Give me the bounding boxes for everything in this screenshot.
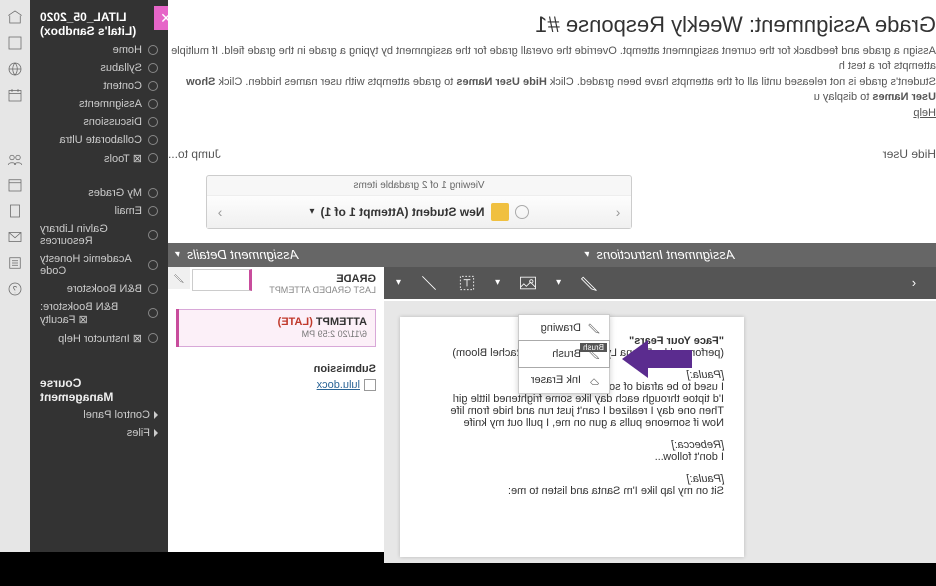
avatar-icon <box>491 203 509 221</box>
jump-to-link[interactable]: Jump to... <box>168 147 221 161</box>
nav-next-button[interactable]: › <box>207 204 233 220</box>
groups-icon[interactable] <box>6 150 24 168</box>
student-nav: Viewing 1 of 2 gradable items ‹ New Stud… <box>206 175 632 229</box>
files-item[interactable]: Files <box>30 424 168 442</box>
help-link[interactable]: Help <box>913 107 936 119</box>
control-panel-item[interactable]: Control Panel <box>30 406 168 424</box>
course-title[interactable]: 2020_05_LITAL (Lital's Sandbox) <box>30 6 168 41</box>
schedule-icon[interactable] <box>6 176 24 194</box>
callout-arrow <box>622 340 692 378</box>
institution-icon[interactable] <box>6 8 24 26</box>
annotation-toolbar: ‹ ▾ ▾ ▾ <box>384 267 936 299</box>
student-selector[interactable]: New Student (Attempt 1 of 1) ▾ <box>233 203 605 221</box>
dropdown-brush[interactable]: Brush Brush <box>518 340 610 368</box>
sidebar-item[interactable]: Collaborate Ultra <box>30 131 168 149</box>
edit-grade-icon[interactable] <box>168 267 190 289</box>
help-icon[interactable] <box>6 280 24 298</box>
attempt-box[interactable]: ATTEMPT (LATE) 6/11/20 2:59 PM <box>176 309 376 347</box>
sidebar-item[interactable]: Home <box>30 41 168 59</box>
sidebar-item[interactable]: Syllabus <box>30 59 168 77</box>
sidebar-item[interactable]: B&N Bookstore: Faculty ⊠ <box>30 298 168 329</box>
sidebar-item[interactable]: B&N Bookstore <box>30 280 168 298</box>
text-tool[interactable] <box>457 273 477 293</box>
courses-icon[interactable] <box>6 34 24 52</box>
submission-file-link[interactable]: lulu.docx <box>317 379 360 391</box>
sidebar-item[interactable]: My Grades <box>30 184 168 202</box>
line-tool[interactable] <box>419 273 439 293</box>
sidebar-item[interactable]: Email <box>30 202 168 220</box>
globe-icon[interactable] <box>6 60 24 78</box>
mail-icon[interactable] <box>6 228 24 246</box>
sidebar-item[interactable]: Instructor Help ⊠ <box>30 329 168 348</box>
calendar-icon[interactable] <box>6 86 24 104</box>
sidebar-item[interactable]: Content <box>30 77 168 95</box>
toolbar-back-button[interactable]: ‹ <box>904 273 924 293</box>
pen-tool[interactable] <box>579 273 599 293</box>
nav-prev-button[interactable]: ‹ <box>605 204 631 220</box>
sidebar-item[interactable]: Galvin Library Resources <box>30 220 168 250</box>
nav-count-label: Viewing 1 of 2 gradable items <box>207 176 631 196</box>
submission-label: Submission <box>176 363 376 375</box>
pen-tool-dropdown: Drawing Brush Brush Ink Eraser <box>518 314 610 394</box>
sidebar-item[interactable]: Assignments <box>30 95 168 113</box>
dropdown-eraser[interactable]: Ink Eraser <box>519 367 609 393</box>
list-icon[interactable] <box>6 254 24 272</box>
image-tool[interactable] <box>518 273 538 293</box>
close-sidebar-button[interactable]: ✕ <box>154 6 168 30</box>
status-circle-icon <box>515 205 529 219</box>
file-icon <box>364 379 376 391</box>
sidebar-item[interactable]: Discussions <box>30 113 168 131</box>
section-instructions[interactable]: Assignment Instructions▾ <box>384 243 936 267</box>
course-sidebar: ✕ 2020_05_LITAL (Lital's Sandbox) HomeSy… <box>30 0 168 552</box>
sidebar-item[interactable]: Tools ⊠ <box>30 149 168 168</box>
hide-user-link[interactable]: Hide User <box>883 147 936 161</box>
course-mgmt-header: Course Management <box>30 368 168 406</box>
page-title: Grade Assignment: Weekly Response #1 <box>168 12 936 44</box>
page-icon[interactable] <box>6 202 24 220</box>
grade-input[interactable] <box>192 269 252 291</box>
page-instructions: Assign a grade and feedback for the curr… <box>168 44 936 121</box>
dropdown-drawing[interactable]: Drawing <box>519 315 609 341</box>
section-details[interactable]: Assignment Details▾ <box>168 243 384 267</box>
global-nav-strip <box>0 0 30 552</box>
sidebar-item[interactable]: Academic Honesty Code <box>30 250 168 280</box>
